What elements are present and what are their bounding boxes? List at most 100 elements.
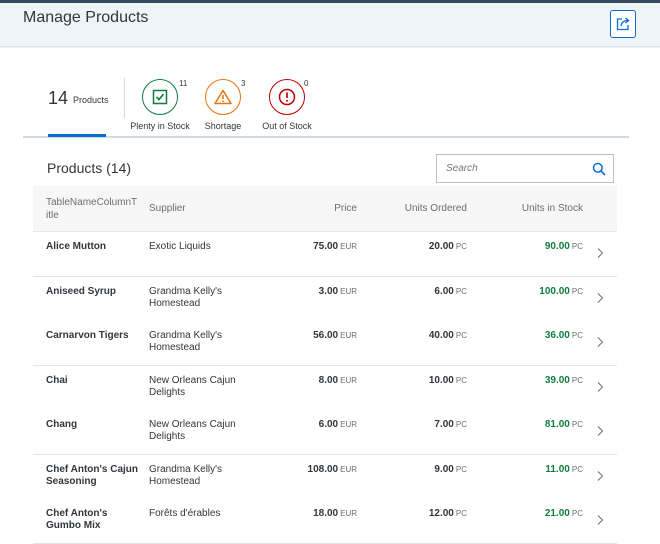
column-header-units-in-stock[interactable]: Units in Stock	[493, 202, 583, 215]
product-name: Aniseed Syrup	[46, 286, 117, 297]
product-name: Chang	[46, 419, 78, 430]
product-supplier: Grandma Kelly's Homestead	[149, 286, 223, 309]
product-units-in-stock: 100.00 PC	[493, 286, 583, 298]
table-header-row: TableNameColumnT itle Supplier Price Uni…	[33, 186, 617, 232]
selected-tab-indicator	[48, 134, 106, 137]
table-row[interactable]: Chai New Orleans Cajun Delights 8.00 EUR 10.…	[33, 366, 617, 411]
ordered-value: 10.00	[428, 375, 454, 386]
ordered-unit: PC	[455, 287, 467, 296]
tab-out-label: Out of Stock	[262, 121, 312, 131]
ordered-unit: PC	[455, 242, 467, 251]
product-price: 8.00 EUR	[267, 375, 357, 387]
ordered-value: 6.00	[434, 286, 454, 297]
ordered-value: 40.00	[428, 330, 454, 341]
stock-unit: PC	[571, 376, 583, 385]
chevron-right-icon	[597, 426, 604, 436]
product-units-ordered: 40.00 PC	[377, 330, 467, 342]
price-value: 18.00	[313, 508, 339, 519]
price-value: 56.00	[313, 330, 339, 341]
stock-unit: PC	[571, 287, 583, 296]
ordered-value: 7.00	[434, 419, 454, 430]
share-button[interactable]	[610, 10, 636, 38]
column-header-supplier[interactable]: Supplier	[149, 202, 186, 215]
tab-all-count: 14	[48, 88, 69, 108]
product-supplier: Grandma Kelly's Homestead	[149, 464, 223, 487]
tab-out-circle	[269, 79, 305, 115]
search-field	[436, 154, 614, 183]
price-value: 3.00	[318, 286, 339, 297]
warning-icon	[214, 89, 232, 105]
stock-unit: PC	[571, 420, 583, 429]
ordered-unit: PC	[455, 376, 467, 385]
product-units-ordered: 9.00 PC	[377, 464, 467, 476]
product-name: Chef Anton's Gumbo Mix	[46, 508, 108, 531]
chevron-right-icon	[597, 515, 604, 525]
share-icon	[616, 17, 630, 31]
product-price: 3.00 EUR	[267, 286, 357, 298]
table-row[interactable]: Chef Anton's Cajun Seasoning Grandma Kell…	[33, 455, 617, 500]
price-value: 6.00	[318, 419, 339, 430]
tab-shortage-circle	[205, 79, 241, 115]
product-name: Chai	[46, 375, 68, 386]
product-price: 75.00 EUR	[267, 241, 357, 253]
search-button[interactable]	[591, 161, 607, 177]
chevron-right-icon	[597, 382, 604, 392]
search-icon	[592, 162, 606, 176]
column-header-price[interactable]: Price	[277, 202, 357, 215]
price-currency: EUR	[340, 509, 357, 518]
table-title: Products (14)	[47, 160, 132, 176]
table-row[interactable]: Chef Anton's Gumbo Mix Forêts d'érables 18…	[33, 499, 617, 544]
table-row[interactable]: Carnarvon Tigers Grandma Kelly's Homestea…	[33, 321, 617, 366]
price-currency: EUR	[340, 465, 357, 474]
stock-value: 81.00	[544, 419, 570, 430]
ordered-unit: PC	[455, 331, 467, 340]
table-row[interactable]: Chang New Orleans Cajun Delights 6.00 EUR 7.…	[33, 410, 617, 455]
stock-value: 21.00	[544, 508, 570, 519]
page-title: Manage Products	[23, 9, 149, 26]
checkbox-icon	[152, 89, 168, 105]
table-row[interactable]: Alice Mutton Exotic Liquids 75.00 EUR 20.00 P…	[33, 232, 617, 277]
product-price: 6.00 EUR	[267, 419, 357, 431]
stock-unit: PC	[571, 331, 583, 340]
price-value: 108.00	[307, 464, 339, 475]
price-currency: EUR	[340, 242, 357, 251]
product-units-in-stock: 11.00 PC	[493, 464, 583, 476]
price-value: 8.00	[318, 375, 339, 386]
product-name: Carnarvon Tigers	[46, 330, 129, 341]
product-supplier: Forêts d'érables	[149, 508, 221, 519]
stock-unit: PC	[571, 509, 583, 518]
search-input[interactable]	[437, 155, 587, 182]
tab-out-of-stock[interactable]: 0 Out of Stock	[247, 79, 327, 135]
price-currency: EUR	[340, 376, 357, 385]
product-units-in-stock: 90.00 PC	[493, 241, 583, 253]
product-supplier: Grandma Kelly's Homestead	[149, 330, 223, 353]
product-units-ordered: 20.00 PC	[377, 241, 467, 253]
column-header-name[interactable]: TableNameColumnT itle	[46, 196, 146, 222]
price-value: 75.00	[313, 241, 339, 252]
tab-plenty-circle	[142, 79, 178, 115]
price-currency: EUR	[340, 420, 357, 429]
icon-tab-bar: 14 Products 11 Plenty in Stock 3 Shortag…	[23, 66, 629, 138]
product-units-in-stock: 21.00 PC	[493, 508, 583, 520]
table-row[interactable]: Aniseed Syrup Grandma Kelly's Homestead 3.…	[33, 277, 617, 322]
stock-value: 90.00	[544, 241, 570, 252]
stock-value: 11.00	[545, 464, 570, 475]
price-currency: EUR	[340, 287, 357, 296]
tab-all-label: Products	[73, 95, 109, 105]
product-supplier: New Orleans Cajun Delights	[149, 375, 236, 398]
column-header-units-ordered[interactable]: Units Ordered	[377, 202, 467, 215]
tab-out-count: 0	[304, 79, 309, 88]
ordered-unit: PC	[455, 420, 467, 429]
product-units-ordered: 10.00 PC	[377, 375, 467, 387]
ordered-unit: PC	[455, 509, 467, 518]
product-price: 108.00 EUR	[267, 464, 357, 476]
product-price: 56.00 EUR	[267, 330, 357, 342]
product-units-in-stock: 39.00 PC	[493, 375, 583, 387]
ordered-value: 9.00	[434, 464, 454, 475]
products-table: Products (14) TableNameColumnT itle Supp…	[23, 142, 629, 544]
chevron-right-icon	[597, 248, 604, 258]
product-units-in-stock: 36.00 PC	[493, 330, 583, 342]
product-name: Chef Anton's Cajun Seasoning	[46, 464, 139, 487]
price-currency: EUR	[340, 331, 357, 340]
tab-shortage-count: 3	[241, 79, 246, 88]
